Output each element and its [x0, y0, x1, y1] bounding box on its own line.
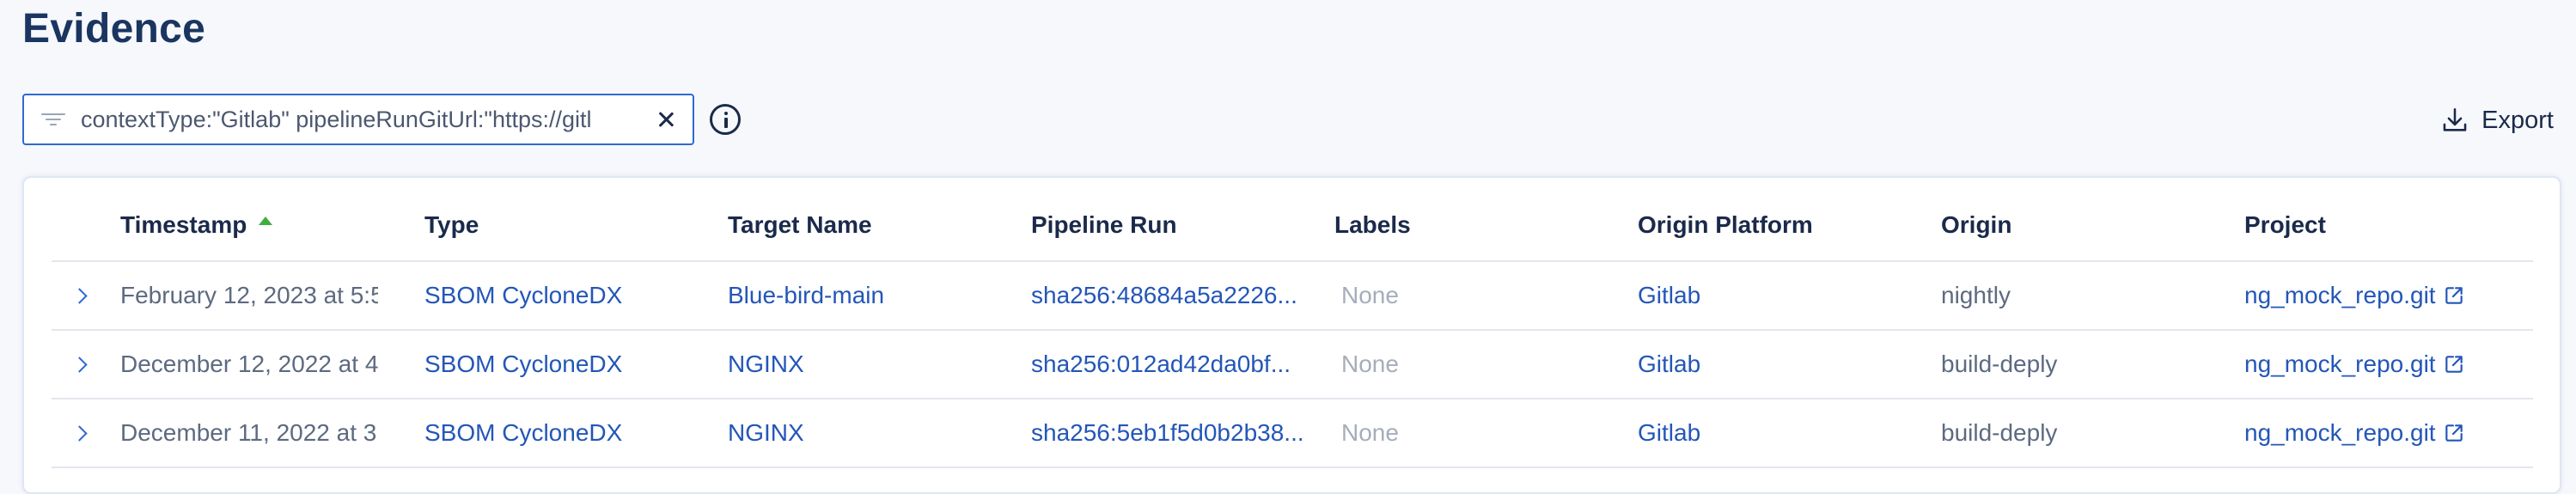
pipeline-run-link[interactable]: sha256:012ad42da0bf...	[1031, 331, 1291, 398]
sort-ascending-icon	[259, 217, 273, 225]
pipeline-run-link[interactable]: sha256:5eb1f5d0b2b38...	[1031, 399, 1304, 467]
timestamp-cell: December 12, 2022 at 4:...	[120, 351, 378, 377]
origin-platform-link[interactable]: Gitlab	[1638, 282, 1700, 309]
close-icon[interactable]	[656, 110, 675, 129]
origin-platform-link[interactable]: Gitlab	[1638, 419, 1700, 447]
chevron-right-icon	[70, 356, 88, 373]
pipeline-run-link[interactable]: sha256:48684a5a2226...	[1031, 262, 1297, 329]
page-title: Evidence	[22, 6, 206, 52]
column-header-pipeline-run[interactable]: Pipeline Run	[1031, 178, 1308, 260]
column-header-type[interactable]: Type	[424, 178, 708, 260]
project-link[interactable]: ng_mock_repo.git	[2244, 399, 2519, 467]
project-link-label: ng_mock_repo.git	[2244, 282, 2436, 308]
target-name-link[interactable]: Blue-bird-main	[728, 282, 884, 309]
origin-platform-link[interactable]: Gitlab	[1638, 351, 1700, 378]
column-header-project[interactable]: Project	[2244, 178, 2519, 260]
download-icon	[2443, 107, 2467, 131]
timestamp-cell: December 11, 2022 at 3:1...	[120, 419, 378, 446]
external-link-icon	[2445, 356, 2463, 373]
timestamp-cell: February 12, 2023 at 5:5...	[120, 282, 378, 308]
external-link-icon	[2445, 424, 2463, 442]
evidence-table-card: Timestamp Type Target Name Pipeline Run …	[22, 176, 2561, 494]
project-link-label: ng_mock_repo.git	[2244, 419, 2436, 446]
export-label: Export	[2481, 106, 2554, 134]
evidence-table: Timestamp Type Target Name Pipeline Run …	[52, 178, 2533, 468]
table-row[interactable]: February 12, 2023 at 5:5... SBOM Cyclone…	[52, 262, 2533, 331]
origin-cell: build-deply	[1941, 351, 2058, 377]
project-link[interactable]: ng_mock_repo.git	[2244, 331, 2519, 398]
table-header-row: Timestamp Type Target Name Pipeline Run …	[52, 178, 2533, 262]
target-name-link[interactable]: NGINX	[728, 351, 804, 378]
chevron-right-icon	[70, 287, 88, 304]
type-link[interactable]: SBOM CycloneDX	[424, 282, 622, 309]
export-button[interactable]: Export	[2440, 101, 2554, 139]
type-link[interactable]: SBOM CycloneDX	[424, 351, 622, 378]
project-link-label: ng_mock_repo.git	[2244, 351, 2436, 377]
expand-row-button[interactable]	[62, 262, 96, 329]
chevron-right-icon	[70, 424, 88, 442]
type-link[interactable]: SBOM CycloneDX	[424, 419, 622, 447]
search-filter-input[interactable]	[81, 106, 636, 133]
origin-cell: nightly	[1941, 282, 2011, 308]
expand-row-button[interactable]	[62, 399, 96, 467]
origin-cell: build-deply	[1941, 419, 2058, 446]
external-link-icon	[2445, 287, 2463, 304]
expand-row-button[interactable]	[62, 331, 96, 398]
labels-cell: None	[1341, 282, 1399, 308]
column-header-labels[interactable]: Labels	[1334, 178, 1609, 260]
project-link[interactable]: ng_mock_repo.git	[2244, 262, 2519, 329]
column-header-origin-platform[interactable]: Origin Platform	[1638, 178, 1913, 260]
table-row[interactable]: December 11, 2022 at 3:1... SBOM Cyclone…	[52, 399, 2533, 468]
column-header-timestamp[interactable]: Timestamp	[120, 178, 378, 260]
info-icon[interactable]	[710, 104, 741, 135]
column-header-target-name[interactable]: Target Name	[728, 178, 1011, 260]
table-row[interactable]: December 12, 2022 at 4:... SBOM CycloneD…	[52, 331, 2533, 399]
labels-cell: None	[1341, 351, 1399, 377]
column-header-label: Timestamp	[120, 211, 247, 238]
filter-lines-icon	[41, 111, 65, 128]
column-header-origin[interactable]: Origin	[1941, 178, 2216, 260]
target-name-link[interactable]: NGINX	[728, 419, 804, 447]
labels-cell: None	[1341, 419, 1399, 446]
search-filter-input-box[interactable]	[22, 94, 694, 145]
